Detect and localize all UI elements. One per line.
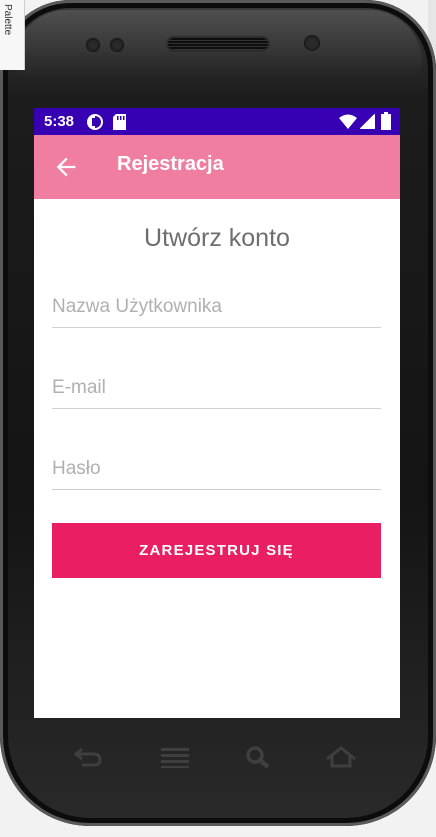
back-icon[interactable] [72, 743, 106, 771]
menu-icon[interactable] [158, 743, 192, 771]
app-bar-title: Rejestracja [117, 153, 224, 175]
back-arrow-icon[interactable] [52, 153, 80, 181]
search-icon[interactable] [241, 743, 275, 771]
page-heading: Utwórz konto [144, 224, 290, 252]
register-button[interactable]: ZAREJESTRUJ SIĘ [52, 523, 381, 578]
earpiece-speaker [168, 38, 268, 50]
sd-card-icon [113, 114, 126, 130]
device-frame: 5:38 Rejestracja Utwórz konto Nazwa Użyt… [0, 0, 436, 826]
email-field[interactable] [52, 368, 381, 409]
front-camera [304, 35, 320, 51]
device-screen: 5:38 Rejestracja Utwórz konto Nazwa Użyt… [34, 108, 400, 718]
ide-palette-tab[interactable]: Palette [0, 0, 25, 70]
battery-icon [381, 112, 391, 130]
home-icon[interactable] [324, 743, 358, 771]
username-field[interactable] [52, 287, 381, 328]
ide-palette-label: Palette [2, 4, 13, 36]
signal-icon [360, 114, 375, 129]
password-field[interactable] [52, 449, 381, 490]
notification-circle-icon [87, 114, 103, 130]
status-bar: 5:38 [34, 108, 400, 135]
status-time: 5:38 [44, 113, 75, 130]
proximity-sensor [86, 38, 100, 52]
app-bar: Rejestracja [34, 135, 400, 199]
wifi-icon [339, 114, 357, 129]
light-sensor [110, 38, 124, 52]
